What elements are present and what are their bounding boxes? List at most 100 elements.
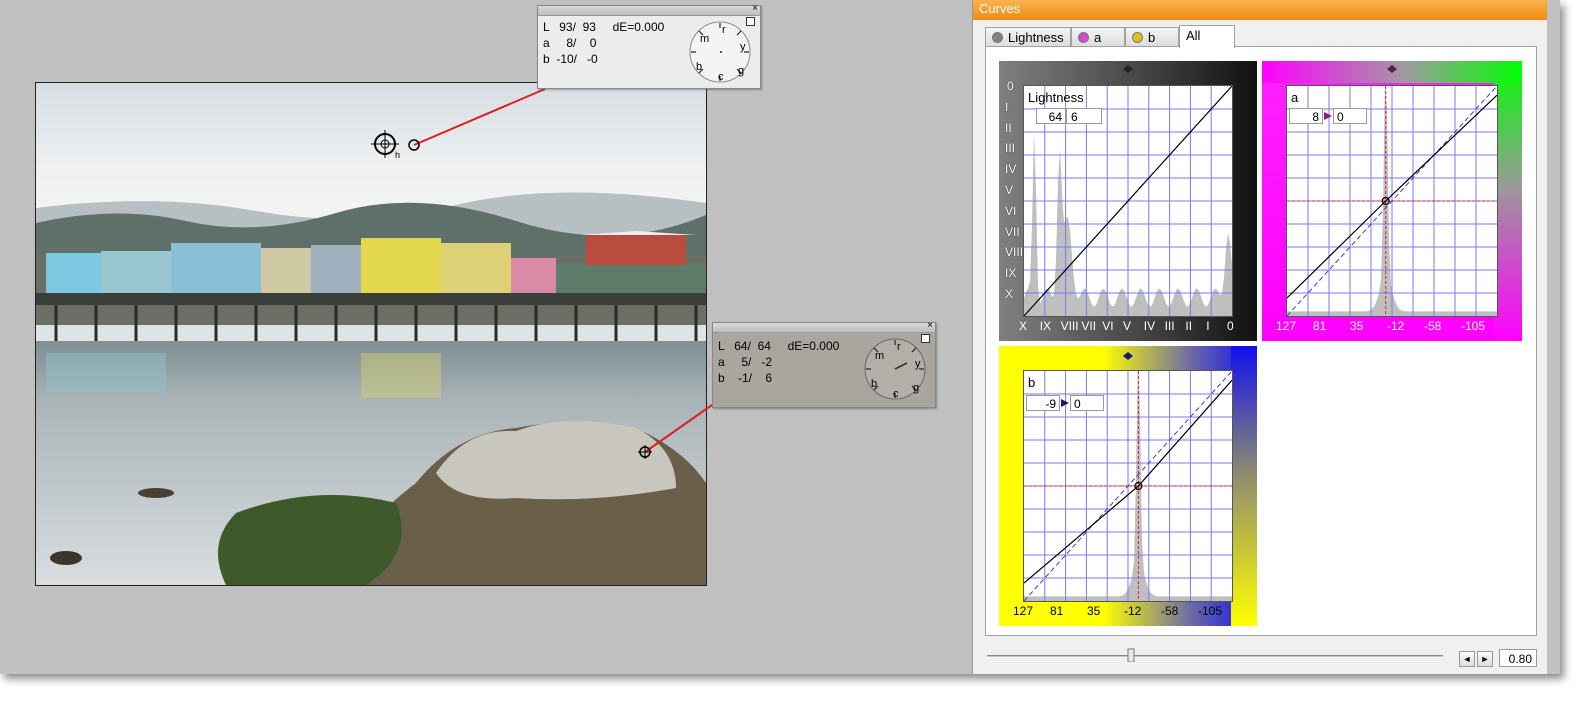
y-tick-label: VII	[1005, 224, 1020, 239]
arrow-right-icon	[1061, 399, 1069, 407]
tab-lightness[interactable]: Lightness	[985, 27, 1071, 47]
y-tick-label: X	[1005, 287, 1014, 301]
zoom-slider[interactable]	[985, 648, 1445, 662]
x-tick-label: 81	[1050, 604, 1064, 618]
tab-label: Lightness	[1008, 30, 1064, 45]
x-tick-label: -12	[1124, 604, 1142, 618]
dial-m: m	[700, 33, 709, 45]
x-tick-label: -105	[1198, 604, 1223, 618]
channel-marker-icon	[1123, 65, 1133, 73]
dial-c: c	[718, 71, 724, 83]
readout-row-a: a 5/ -2	[718, 355, 773, 369]
zoom-value-field[interactable]: 0.80	[1499, 649, 1537, 667]
x-tick-label: 35	[1087, 604, 1101, 618]
tab-a[interactable]: a	[1071, 27, 1125, 47]
tab-label: All	[1186, 28, 1201, 43]
sampler-label: h	[395, 150, 401, 160]
curves-title: Curves	[973, 0, 1547, 20]
x-tick-label: -105	[1461, 319, 1486, 333]
dial-b: b	[871, 378, 877, 390]
x-tick-label: IX	[1039, 319, 1052, 333]
y-tick-label: III	[1005, 141, 1016, 156]
sample-readout-1[interactable]: × L 93/ 93 dE=0.000 a 8/ 0 b -10/ -0 m r…	[537, 3, 761, 89]
readout-row-l: L 64/ 64 dE=0.000	[718, 339, 840, 353]
a-curve-panel: a 8 0 127 81 35 -12 -58 -105	[1262, 61, 1522, 341]
curves-window: Curves Lightness a b All 0 I II III IV V VI VII…	[972, 0, 1547, 674]
x-tick-label: -12	[1387, 319, 1405, 333]
channel-marker-icon	[1387, 65, 1397, 73]
b-plot[interactable]: b -9 0	[1023, 349, 1233, 602]
b-curve-panel: b -9 0 127 81 35 -12 -58 -105	[999, 346, 1257, 626]
x-tick-label: 127	[1276, 319, 1297, 333]
x-tick-label: 81	[1313, 319, 1327, 333]
a-output-field[interactable]: 0	[1333, 108, 1367, 124]
x-tick-label: VII	[1081, 319, 1097, 333]
a-plot[interactable]: a 8 0	[1286, 74, 1498, 317]
y-tick-label: IX	[1005, 266, 1017, 281]
x-tick-label: X	[1019, 319, 1028, 333]
dial-c: c	[893, 388, 899, 400]
x-tick-label: 0	[1227, 319, 1234, 333]
lightness-dot-icon	[992, 32, 1003, 43]
curves-panel: 0 I II III IV V VI VII VIII IX X Lightness 64 6 XI…	[985, 46, 1537, 636]
lightness-plot[interactable]: Lightness 64 6	[1023, 85, 1233, 317]
y-tick-label: VIII	[1005, 245, 1024, 260]
b-channel-label: b	[1028, 375, 1036, 390]
readout-row-a: a 8/ 0	[543, 36, 597, 50]
y-tick-label: IV	[1005, 162, 1017, 177]
hue-dial-icon: m r y b c g	[864, 338, 926, 400]
lightness-channel-label: Lightness	[1028, 90, 1084, 105]
a-dot-icon	[1078, 32, 1089, 43]
readout-row-b: b -10/ -0	[543, 52, 598, 66]
x-tick-label: VIII	[1060, 319, 1079, 333]
color-sampler-point[interactable]	[637, 444, 653, 460]
y-tick-label: I	[1005, 99, 1009, 114]
b-output-field[interactable]: 0	[1070, 395, 1104, 411]
x-tick-label: -58	[1161, 604, 1179, 618]
tab-b[interactable]: b	[1125, 27, 1179, 47]
x-tick-label: 127	[1013, 604, 1034, 618]
dial-b: b	[696, 61, 702, 73]
dial-g: g	[913, 382, 919, 394]
sample-readout-2[interactable]: × L 64/ 64 dE=0.000 a 5/ -2 b -1/ 6 m r …	[712, 320, 936, 408]
readout-row-l: L 93/ 93 dE=0.000	[543, 20, 665, 34]
a-input-field[interactable]: 8	[1289, 108, 1323, 124]
b-input-field[interactable]: -9	[1026, 395, 1060, 411]
x-tick-label: V	[1123, 319, 1132, 333]
zoom-increase-button[interactable]: ►	[1477, 651, 1493, 667]
dial-y: y	[740, 41, 746, 53]
zoom-decrease-button[interactable]: ◄	[1459, 651, 1475, 667]
x-tick-label: VI	[1102, 319, 1114, 333]
x-tick-label: IV	[1143, 319, 1156, 333]
channel-marker-icon	[1123, 352, 1133, 360]
dial-r: r	[722, 24, 726, 36]
x-tick-label: II	[1185, 319, 1193, 333]
x-tick-label: 35	[1350, 319, 1364, 333]
x-tick-label: III	[1164, 319, 1175, 333]
lightness-output-field[interactable]: 6	[1066, 108, 1102, 124]
dial-m: m	[875, 350, 884, 362]
readout-titlebar[interactable]: ×	[713, 320, 935, 333]
hue-dial-icon: m r y b c g	[689, 21, 751, 83]
dial-r: r	[897, 341, 901, 353]
a-channel-label: a	[1291, 90, 1299, 105]
close-icon[interactable]: ×	[927, 320, 933, 332]
tab-label: a	[1094, 30, 1102, 45]
close-icon[interactable]: ×	[752, 3, 758, 15]
b-dot-icon	[1132, 32, 1143, 43]
x-tick-label: -58	[1424, 319, 1442, 333]
lightness-curve-panel: 0 I II III IV V VI VII VIII IX X Lightness 64 6 XI…	[999, 61, 1257, 341]
y-tick-label: 0	[1007, 79, 1014, 93]
readout-row-b: b -1/ 6	[718, 371, 773, 385]
x-tick-label: I	[1206, 319, 1210, 333]
readout-titlebar[interactable]: ×	[538, 3, 760, 16]
dial-g: g	[738, 65, 744, 77]
lightness-input-field[interactable]: 64	[1036, 108, 1066, 124]
y-tick-label: V	[1005, 183, 1014, 197]
slider-thumb[interactable]	[1127, 648, 1135, 662]
tab-all[interactable]: All	[1179, 25, 1235, 48]
arrow-right-icon	[1324, 112, 1332, 120]
y-tick-label: II	[1005, 120, 1012, 135]
workspace: h × L 93/ 93 dE=0.000 a 8/ 0 b -10/ -0 m	[0, 0, 1560, 674]
y-tick-label: VI	[1005, 203, 1017, 218]
